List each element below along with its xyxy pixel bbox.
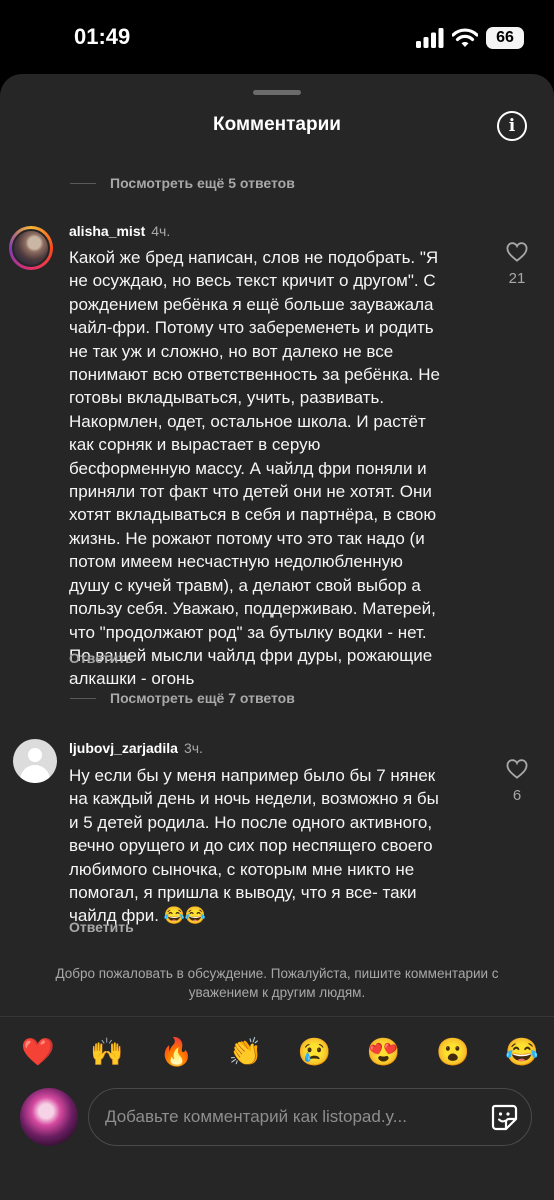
heart-icon[interactable] xyxy=(506,242,528,262)
info-button[interactable]: i xyxy=(497,111,527,141)
emoji-laughing-button[interactable]: 😂 xyxy=(504,1034,540,1070)
emoji-heart-eyes-button[interactable]: 😍 xyxy=(366,1034,402,1070)
comment-username[interactable]: ljubovj_zarjadila xyxy=(69,740,178,756)
comment-text: Ну если бы у меня например было бы 7 нян… xyxy=(69,766,439,926)
comment-header: alisha_mist 4ч. xyxy=(69,223,170,239)
comment-time: 3ч. xyxy=(183,740,203,756)
cellular-signal-icon xyxy=(416,28,444,48)
avatar[interactable] xyxy=(9,226,53,270)
like-area: 21 xyxy=(497,242,537,287)
status-icons: 66 xyxy=(416,26,524,50)
view-more-replies-button[interactable]: Посмотреть ещё 7 ответов xyxy=(70,690,295,706)
info-icon: i xyxy=(508,116,516,136)
emoji-crying-button[interactable]: 😢 xyxy=(297,1034,333,1070)
sticker-icon[interactable] xyxy=(489,1102,519,1132)
comment-input[interactable]: Добавьте комментарий как listopad.y... xyxy=(88,1088,532,1146)
avatar-head-shape xyxy=(28,748,42,762)
like-count: 6 xyxy=(512,787,522,804)
view-more-replies-label: Посмотреть ещё 5 ответов xyxy=(110,175,295,191)
battery-indicator: 66 xyxy=(486,27,524,49)
emoji-fire-button[interactable]: 🔥 xyxy=(158,1034,194,1070)
comment-input-placeholder: Добавьте комментарий как listopad.y... xyxy=(105,1107,407,1126)
sheet-grabber[interactable] xyxy=(253,90,301,95)
comment-time: 4ч. xyxy=(151,223,171,239)
emoji-clap-button[interactable]: 👏 xyxy=(227,1034,263,1070)
comments-sheet: Комментарии i Посмотреть ещё 5 ответов a… xyxy=(0,74,554,1200)
status-time: 01:49 xyxy=(74,24,131,49)
avatar-photo xyxy=(12,229,50,267)
comment-username[interactable]: alisha_mist xyxy=(69,223,145,239)
view-more-replies-button[interactable]: Посмотреть ещё 5 ответов xyxy=(70,175,295,191)
comment-header: ljubovj_zarjadila 3ч. xyxy=(69,740,203,756)
composer-avatar xyxy=(20,1088,78,1146)
heart-icon[interactable] xyxy=(506,759,528,779)
wifi-icon xyxy=(452,28,478,47)
avatar-body-shape xyxy=(20,765,50,783)
emoji-raised-hands-button[interactable]: 🙌 xyxy=(89,1034,125,1070)
sheet-title: Комментарии xyxy=(213,114,341,135)
comment-text: Какой же бред написан, слов не подобрать… xyxy=(69,248,440,689)
emoji-quick-bar: ❤️ 🙌 🔥 👏 😢 😍 😮 😂 xyxy=(20,1034,540,1070)
emoji-heart-button[interactable]: ❤️ xyxy=(20,1034,56,1070)
community-guidelines: Добро пожаловать в обсуждение. Пожалуйст… xyxy=(55,966,499,1000)
reply-button[interactable]: Ответить xyxy=(69,650,134,666)
emoji-surprised-button[interactable]: 😮 xyxy=(435,1034,471,1070)
avatar[interactable] xyxy=(13,739,57,783)
divider-line xyxy=(70,182,96,184)
divider xyxy=(0,1016,554,1017)
view-more-replies-label: Посмотреть ещё 7 ответов xyxy=(110,690,295,706)
divider-line xyxy=(70,697,96,699)
like-area: 6 xyxy=(497,759,537,804)
status-bar: 01:49 66 xyxy=(0,0,554,74)
like-count: 21 xyxy=(508,270,526,287)
reply-button[interactable]: Ответить xyxy=(69,919,134,935)
